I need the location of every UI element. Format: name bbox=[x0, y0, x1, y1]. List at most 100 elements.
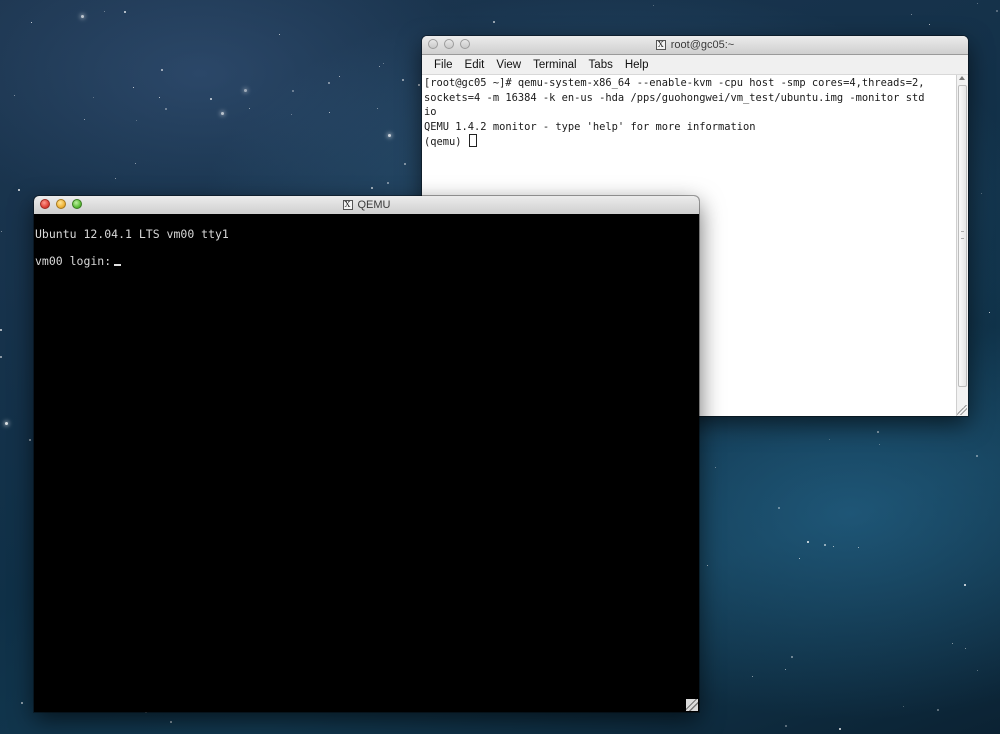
menu-file[interactable]: File bbox=[428, 59, 459, 71]
vm-console[interactable]: Ubuntu 12.04.1 LTS vm00 tty1 vm00 login: bbox=[34, 214, 699, 712]
terminal-scrollbar[interactable] bbox=[956, 75, 968, 416]
star bbox=[937, 709, 939, 711]
menu-edit[interactable]: Edit bbox=[459, 59, 491, 71]
star bbox=[292, 90, 294, 92]
text-cursor bbox=[468, 134, 477, 147]
star bbox=[221, 112, 224, 115]
star bbox=[170, 721, 172, 723]
star bbox=[210, 98, 212, 100]
resize-grip-icon[interactable] bbox=[686, 699, 698, 711]
star bbox=[1, 231, 2, 232]
star bbox=[981, 193, 982, 194]
resize-grip-icon[interactable] bbox=[957, 405, 967, 415]
star bbox=[952, 643, 953, 644]
star bbox=[877, 431, 879, 433]
star bbox=[996, 10, 998, 12]
star bbox=[161, 69, 163, 71]
text-cursor bbox=[114, 264, 122, 266]
star bbox=[29, 439, 31, 441]
terminal-line: [root@gc05 ~]# qemu-system-x86_64 --enab… bbox=[424, 77, 925, 89]
star bbox=[124, 11, 126, 13]
star bbox=[911, 14, 912, 15]
star bbox=[964, 584, 966, 586]
terminal-title: root@gc05:~ bbox=[670, 39, 735, 51]
star bbox=[244, 89, 247, 92]
terminal-line: QEMU 1.4.2 monitor - type 'help' for mor… bbox=[424, 120, 756, 133]
star bbox=[18, 189, 20, 191]
menu-help[interactable]: Help bbox=[619, 59, 655, 71]
star bbox=[291, 114, 292, 115]
star bbox=[371, 187, 373, 189]
star bbox=[136, 120, 137, 121]
star bbox=[807, 541, 809, 543]
star bbox=[339, 76, 340, 77]
star bbox=[84, 119, 85, 120]
star bbox=[977, 670, 978, 671]
star bbox=[14, 95, 15, 96]
star bbox=[752, 676, 753, 677]
star bbox=[879, 444, 880, 445]
star bbox=[31, 22, 32, 23]
star bbox=[377, 108, 378, 109]
menu-tabs[interactable]: Tabs bbox=[583, 59, 619, 71]
terminal-menubar: File Edit View Terminal Tabs Help bbox=[422, 55, 968, 75]
star bbox=[104, 11, 105, 12]
terminal-line: io bbox=[424, 106, 437, 118]
star bbox=[387, 182, 389, 184]
star bbox=[0, 356, 2, 358]
star bbox=[379, 66, 380, 67]
x11-icon: X bbox=[655, 40, 666, 50]
qemu-window[interactable]: X QEMU Ubuntu 12.04.1 LTS vm00 tty1 vm00… bbox=[34, 196, 699, 712]
star bbox=[115, 178, 116, 179]
star bbox=[858, 547, 859, 548]
star bbox=[833, 546, 834, 547]
star bbox=[785, 669, 786, 670]
x11-icon: X bbox=[342, 200, 353, 210]
star bbox=[493, 21, 495, 23]
star bbox=[989, 312, 990, 313]
star bbox=[839, 728, 841, 730]
star bbox=[329, 112, 330, 113]
star bbox=[279, 34, 280, 35]
star bbox=[707, 565, 708, 566]
star bbox=[5, 422, 8, 425]
star bbox=[977, 3, 978, 4]
qemu-monitor-prompt: (qemu) bbox=[424, 136, 468, 148]
star bbox=[165, 108, 167, 110]
scrollbar-thumb[interactable] bbox=[958, 85, 967, 387]
star bbox=[21, 702, 23, 704]
star bbox=[799, 558, 800, 559]
qemu-titlebar[interactable]: X QEMU bbox=[34, 196, 699, 215]
menu-view[interactable]: View bbox=[490, 59, 527, 71]
menu-terminal[interactable]: Terminal bbox=[527, 59, 582, 71]
star bbox=[133, 87, 134, 88]
star bbox=[903, 706, 904, 707]
star bbox=[0, 329, 2, 331]
star bbox=[778, 507, 780, 509]
star bbox=[715, 467, 716, 468]
star bbox=[965, 648, 966, 649]
terminal-line: sockets=4 -m 16384 -k en-us -hda /pps/gu… bbox=[424, 91, 925, 104]
star bbox=[388, 134, 391, 137]
grip-icon bbox=[961, 231, 964, 239]
scroll-up-arrow-icon[interactable] bbox=[959, 76, 965, 80]
terminal-prompt-line: (qemu) bbox=[424, 134, 957, 150]
star bbox=[402, 79, 404, 81]
star bbox=[976, 455, 978, 457]
console-login-line[interactable]: vm00 login: bbox=[35, 254, 122, 268]
star bbox=[824, 544, 826, 546]
star bbox=[785, 725, 787, 727]
star bbox=[929, 24, 930, 25]
star bbox=[791, 656, 793, 658]
star bbox=[653, 5, 654, 6]
star bbox=[383, 63, 384, 64]
star bbox=[93, 97, 94, 98]
star bbox=[135, 163, 136, 164]
login-prompt: vm00 login: bbox=[35, 254, 112, 268]
qemu-title: QEMU bbox=[357, 199, 391, 211]
terminal-titlebar[interactable]: X root@gc05:~ bbox=[422, 36, 968, 55]
star bbox=[418, 84, 420, 86]
star bbox=[249, 108, 250, 109]
console-banner: Ubuntu 12.04.1 LTS vm00 tty1 bbox=[35, 227, 229, 241]
star bbox=[829, 439, 830, 440]
